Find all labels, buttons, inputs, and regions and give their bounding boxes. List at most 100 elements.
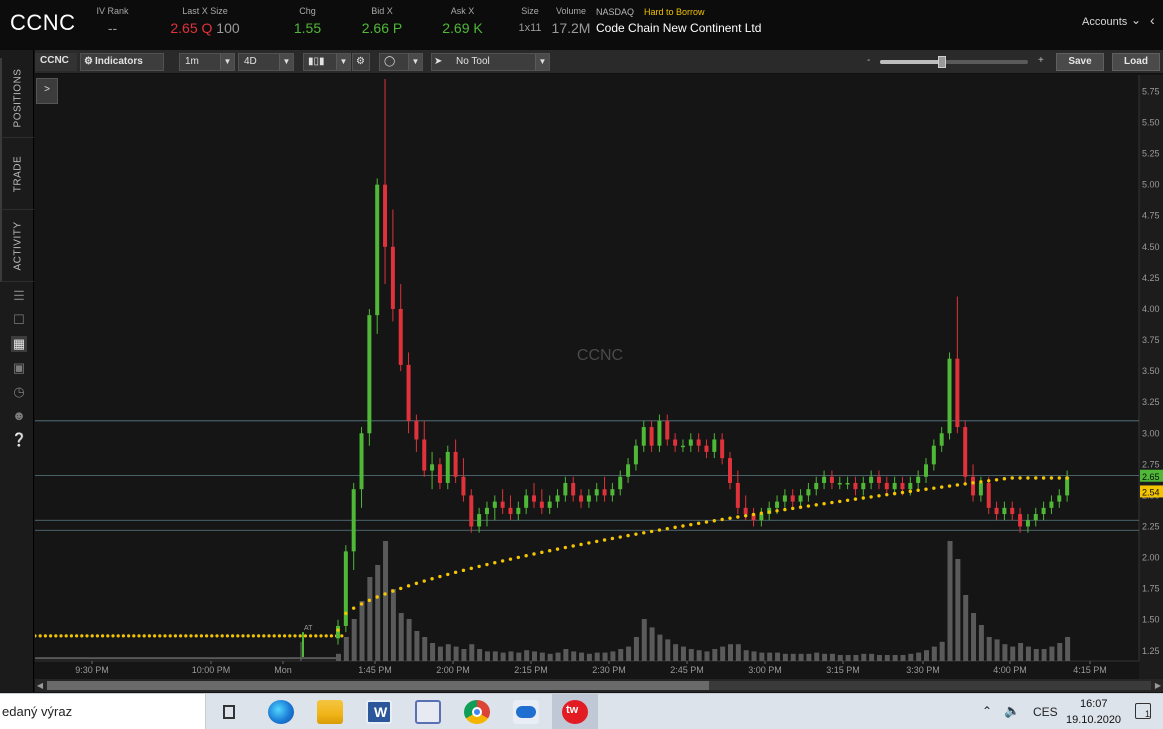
vwap-point — [277, 634, 281, 638]
chart-horizontal-scrollbar[interactable]: ◀ ▶ — [35, 679, 1163, 692]
grid-icon[interactable]: ▣ — [11, 360, 27, 376]
notification-icon[interactable]: 1 — [1135, 703, 1151, 719]
task-view-icon[interactable] — [217, 700, 243, 724]
language-indicator[interactable]: CES — [1033, 705, 1058, 719]
vwap-point — [618, 535, 622, 539]
x-tick-label: 3:15 PM — [826, 665, 860, 675]
range-select[interactable]: 4D ▼ — [238, 53, 294, 71]
candle-body — [884, 482, 889, 490]
scrollbar-thumb[interactable] — [47, 681, 710, 690]
accounts-menu[interactable]: Accounts — [1082, 16, 1127, 28]
word-app-icon[interactable]: W — [366, 700, 392, 724]
vwap-point — [85, 634, 89, 638]
indicators-button[interactable]: ⚙ Indicators — [80, 53, 164, 71]
candle-body — [618, 476, 623, 490]
candle-body — [720, 439, 725, 459]
size-field: Size 1x11 — [512, 6, 548, 34]
drawing-style-select[interactable]: ◯ ▼ — [379, 53, 423, 71]
tv-icon[interactable]: ☐ — [11, 312, 27, 328]
tastyworks-app-letter: tw — [566, 704, 579, 716]
last-price-tag-label: 2.65 — [1142, 472, 1160, 482]
vwap-point — [168, 634, 172, 638]
vwap-point — [116, 634, 120, 638]
load-button[interactable]: Load — [1112, 53, 1160, 71]
scroll-right-icon[interactable]: ▶ — [1153, 679, 1163, 692]
chevron-left-icon[interactable]: ‹ — [1150, 12, 1155, 28]
volume-bar — [610, 651, 616, 661]
vwap-point — [947, 484, 952, 488]
chart-watermark: CCNC — [577, 347, 623, 364]
clock-icon[interactable]: ◷ — [11, 384, 27, 400]
vwap-point — [158, 634, 162, 638]
tastyworks-app-icon[interactable]: tw — [562, 700, 588, 724]
candle-body — [555, 495, 560, 502]
candle-body — [712, 439, 717, 452]
list-icon[interactable]: ☰ — [11, 288, 27, 304]
photo-viewer-icon[interactable] — [415, 700, 441, 724]
chart-settings-button[interactable]: ⚙ — [352, 53, 370, 71]
candle-body — [594, 489, 599, 496]
x-tick-label: Mon — [274, 665, 292, 675]
volume-icon[interactable]: 🔈 — [1004, 703, 1020, 719]
volume-bar — [602, 652, 608, 661]
vwap-point — [493, 561, 497, 565]
chevron-down-icon[interactable]: ⌄ — [1131, 13, 1141, 27]
scrollbar-track[interactable] — [47, 681, 1151, 690]
price-chart[interactable]: 5.75 5.50 5.25 5.00 4.75 4.50 4.25 4.00 3.75 3.50… — [35, 75, 1163, 679]
scroll-left-icon[interactable]: ◀ — [35, 679, 45, 692]
volume-bar — [978, 625, 984, 661]
volume-bar — [649, 627, 655, 661]
ask-value[interactable]: 2.69 K — [430, 20, 495, 36]
volume-bar — [829, 653, 835, 661]
community-icon[interactable]: ☻ — [11, 408, 27, 424]
clock-date[interactable]: 19.10.2020 — [1066, 714, 1121, 726]
size-label: Size — [521, 6, 539, 16]
volume-bar — [790, 653, 796, 661]
volume-bar — [931, 646, 937, 661]
vwap-point — [987, 479, 991, 483]
ask-field[interactable]: Ask X 2.69 K — [430, 6, 495, 36]
vwap-point — [319, 634, 323, 638]
chart-canvas[interactable]: 5.75 5.50 5.25 5.00 4.75 4.50 4.25 4.00 3.75 3.50… — [35, 75, 1163, 679]
zoom-out-label[interactable]: - — [867, 55, 870, 66]
symbol-title[interactable]: CCNC — [10, 10, 76, 36]
gear-icon: ⚙ — [84, 56, 93, 67]
chrome-browser-icon[interactable] — [464, 700, 490, 724]
clock-time[interactable]: 16:07 — [1080, 698, 1108, 710]
exchange-label: NASDAQ — [596, 7, 635, 17]
tab-positions[interactable]: POSITIONS — [0, 58, 34, 138]
edge-browser-icon[interactable] — [268, 700, 294, 724]
drawing-tool-select[interactable]: ➤ No Tool ▼ — [431, 53, 550, 71]
collapse-panel-button[interactable]: > — [36, 78, 58, 104]
volume-bar — [359, 601, 365, 661]
volume-bar — [963, 595, 969, 661]
vwap-point — [205, 634, 209, 638]
zoom-in-label[interactable]: + — [1038, 55, 1044, 66]
ask-label: Ask X — [450, 6, 475, 16]
candle-body — [477, 514, 482, 527]
file-explorer-icon[interactable] — [317, 700, 343, 724]
chevron-up-icon[interactable]: ⌃ — [982, 704, 992, 718]
zoom-slider[interactable] — [880, 56, 1028, 68]
chevron-down-icon: ▼ — [535, 54, 549, 70]
volume-bar — [571, 651, 577, 661]
chart-symbol-label[interactable]: CCNC — [35, 53, 77, 71]
tab-trade[interactable]: TRADE — [0, 138, 34, 210]
zoom-slider-thumb[interactable] — [938, 56, 947, 68]
help-icon[interactable]: ❔ — [11, 432, 27, 448]
vwap-point — [1057, 476, 1061, 480]
interval-select[interactable]: 1m ▼ — [179, 53, 235, 71]
bid-value[interactable]: 2.66 P — [352, 20, 412, 36]
cloud-app-icon[interactable] — [513, 700, 539, 724]
save-button[interactable]: Save — [1056, 53, 1104, 71]
tab-activity[interactable]: ACTIVITY — [0, 210, 34, 282]
taskbar-search-input[interactable]: edaný výraz — [0, 694, 206, 729]
bid-field[interactable]: Bid X 2.66 P — [352, 6, 412, 36]
chart-icon[interactable]: ▦ — [11, 336, 27, 352]
vwap-point — [199, 634, 203, 638]
volume-bar — [1018, 643, 1024, 661]
chart-type-select[interactable]: ▮▯▮ ▼ — [303, 53, 351, 71]
interval-value: 1m — [185, 56, 199, 67]
vwap-point — [43, 634, 47, 638]
volume-bar — [916, 652, 922, 661]
